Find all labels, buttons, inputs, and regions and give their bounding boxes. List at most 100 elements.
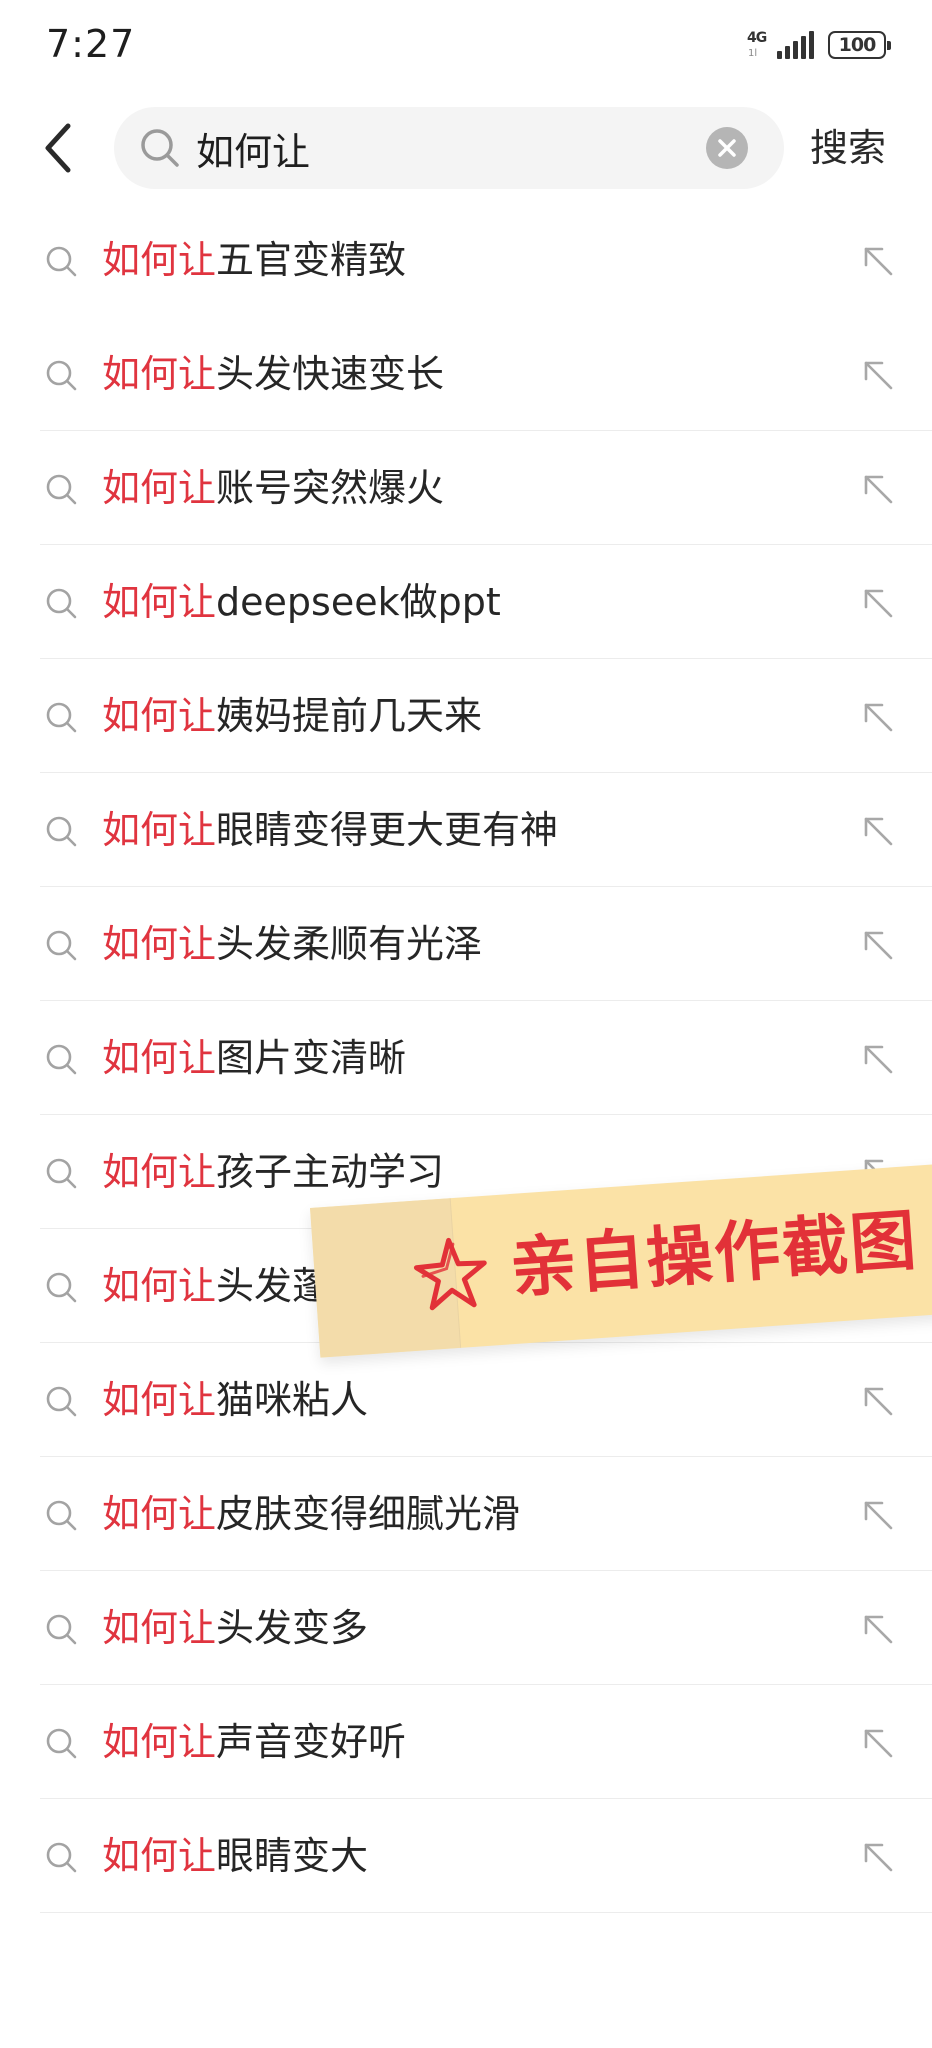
suggestion-item[interactable]: 如何让猫咪粘人 xyxy=(0,1343,932,1457)
suggestion-text: 如何让账号突然爆火 xyxy=(102,431,444,545)
arrow-up-left-icon[interactable] xyxy=(860,1725,896,1761)
suggestion-text: 如何让猫咪粘人 xyxy=(102,1343,368,1457)
suggestion-completion: 头发快速变长 xyxy=(216,352,445,396)
arrow-up-left-icon[interactable] xyxy=(860,1383,896,1419)
suggestion-text: 如何让皮肤变得细腻光滑 xyxy=(102,1457,520,1571)
search-icon xyxy=(46,702,77,733)
search-icon xyxy=(46,1614,77,1645)
arrow-up-left-icon[interactable] xyxy=(860,1839,896,1875)
suggestion-keyword: 如何让 xyxy=(102,466,217,510)
arrow-up-left-icon[interactable] xyxy=(860,813,896,849)
suggestion-text: 如何让deepseek做ppt xyxy=(102,545,501,659)
signal-strength-icon xyxy=(777,31,814,59)
suggestion-keyword: 如何让 xyxy=(102,694,217,738)
suggestion-text: 如何让图片变清晰 xyxy=(102,1001,406,1115)
suggestion-text: 如何让姨妈提前几天来 xyxy=(102,659,482,773)
suggestion-text: 如何让眼睛变得更大更有神 xyxy=(102,773,558,887)
suggestion-completion: 眼睛变大 xyxy=(216,1834,369,1878)
arrow-up-left-icon[interactable] xyxy=(860,243,896,279)
suggestion-keyword: 如何让 xyxy=(102,1606,217,1650)
back-arrow-icon xyxy=(45,123,71,173)
suggestion-keyword: 如何让 xyxy=(102,1150,217,1194)
search-input[interactable] xyxy=(196,107,696,189)
suggestion-keyword: 如何让 xyxy=(102,922,217,966)
suggestion-keyword: 如何让 xyxy=(102,1492,217,1536)
network-type-label: 4G xyxy=(747,30,767,46)
suggestion-text: 如何让眼睛变大 xyxy=(102,1799,368,1913)
suggestion-keyword: 如何让 xyxy=(102,1720,217,1764)
clear-circle-icon xyxy=(718,139,736,157)
suggestion-completion: 姨妈提前几天来 xyxy=(216,694,483,738)
suggestion-item[interactable]: 如何让眼睛变大 xyxy=(0,1799,932,1913)
suggestion-text: 如何让头发变多 xyxy=(102,1571,368,1685)
network-activity-label: 1l xyxy=(748,48,758,59)
status-indicators: 4G 1l 100 xyxy=(747,28,891,62)
suggestion-completion: 皮肤变得细腻光滑 xyxy=(216,1492,521,1536)
search-icon xyxy=(46,1386,77,1417)
hand-drawn-star-icon xyxy=(413,1237,487,1311)
suggestion-completion: 头发变多 xyxy=(216,1606,369,1650)
arrow-up-left-icon[interactable] xyxy=(860,927,896,963)
battery-level: 100 xyxy=(838,34,877,56)
search-icon xyxy=(46,1728,77,1759)
search-icon xyxy=(46,930,77,961)
search-header: 搜索 xyxy=(0,105,932,191)
arrow-up-left-icon[interactable] xyxy=(860,1497,896,1533)
arrow-up-left-icon[interactable] xyxy=(860,1041,896,1077)
suggestion-item[interactable]: 如何让头发柔顺有光泽 xyxy=(0,887,932,1001)
suggestion-completion: 账号突然爆火 xyxy=(216,466,445,510)
suggestion-keyword: 如何让 xyxy=(102,580,217,624)
arrow-up-left-icon[interactable] xyxy=(860,585,896,621)
back-button[interactable] xyxy=(38,118,88,178)
suggestion-item[interactable]: 如何让姨妈提前几天来 xyxy=(0,659,932,773)
suggestion-completion: 眼睛变得更大更有神 xyxy=(216,808,559,852)
suggestion-completion: 孩子主动学习 xyxy=(216,1150,445,1194)
suggestion-text: 如何让五官变精致 xyxy=(102,203,406,317)
arrow-up-left-icon[interactable] xyxy=(860,471,896,507)
suggestion-list: 如何让五官变精致 如何让头发快速变长 如何让账号突然爆火 如何让deepseek做pp… xyxy=(0,203,932,1913)
status-time: 7:27 xyxy=(46,22,136,66)
suggestion-item[interactable]: 如何让眼睛变得更大更有神 xyxy=(0,773,932,887)
search-icon xyxy=(46,816,77,847)
suggestion-keyword: 如何让 xyxy=(102,238,217,282)
arrow-up-left-icon[interactable] xyxy=(860,1611,896,1647)
status-bar: 7:27 4G 1l 100 xyxy=(0,0,932,90)
suggestion-item[interactable]: 如何让deepseek做ppt xyxy=(0,545,932,659)
suggestion-text: 如何让头发蓬 xyxy=(102,1229,330,1343)
search-icon xyxy=(46,1272,77,1303)
search-icon xyxy=(46,1500,77,1531)
suggestion-keyword: 如何让 xyxy=(102,1036,217,1080)
search-icon xyxy=(46,588,77,619)
suggestion-completion: 头发蓬 xyxy=(216,1264,331,1308)
suggestion-item[interactable]: 如何让五官变精致 xyxy=(0,203,932,317)
suggestion-text: 如何让声音变好听 xyxy=(102,1685,406,1799)
suggestion-completion: 头发柔顺有光泽 xyxy=(216,922,483,966)
suggestion-keyword: 如何让 xyxy=(102,1378,217,1422)
network-type-indicator: 4G 1l xyxy=(747,28,769,62)
suggestion-keyword: 如何让 xyxy=(102,808,217,852)
suggestion-completion: 猫咪粘人 xyxy=(216,1378,369,1422)
suggestion-item[interactable]: 如何让头发快速变长 xyxy=(0,317,932,431)
suggestion-item[interactable]: 如何让图片变清晰 xyxy=(0,1001,932,1115)
suggestion-item[interactable]: 如何让声音变好听 xyxy=(0,1685,932,1799)
search-icon xyxy=(46,1842,77,1873)
search-icon xyxy=(46,474,77,505)
search-icon xyxy=(46,1044,77,1075)
suggestion-completion: deepseek做ppt xyxy=(216,580,501,624)
suggestion-keyword: 如何让 xyxy=(102,1834,217,1878)
sticker-label: 亲自操作截图 xyxy=(508,1201,921,1308)
search-icon xyxy=(46,246,77,277)
clear-search-button[interactable] xyxy=(706,127,748,169)
arrow-up-left-icon[interactable] xyxy=(860,699,896,735)
search-box[interactable] xyxy=(114,107,784,189)
search-submit-button[interactable]: 搜索 xyxy=(810,105,886,191)
suggestion-completion: 图片变清晰 xyxy=(216,1036,407,1080)
arrow-up-left-icon[interactable] xyxy=(860,357,896,393)
suggestion-item[interactable]: 如何让头发变多 xyxy=(0,1571,932,1685)
row-divider xyxy=(40,1912,932,1913)
suggestion-completion: 声音变好听 xyxy=(216,1720,407,1764)
search-icon xyxy=(46,360,77,391)
suggestion-text: 如何让头发柔顺有光泽 xyxy=(102,887,482,1001)
suggestion-item[interactable]: 如何让皮肤变得细腻光滑 xyxy=(0,1457,932,1571)
suggestion-item[interactable]: 如何让账号突然爆火 xyxy=(0,431,932,545)
